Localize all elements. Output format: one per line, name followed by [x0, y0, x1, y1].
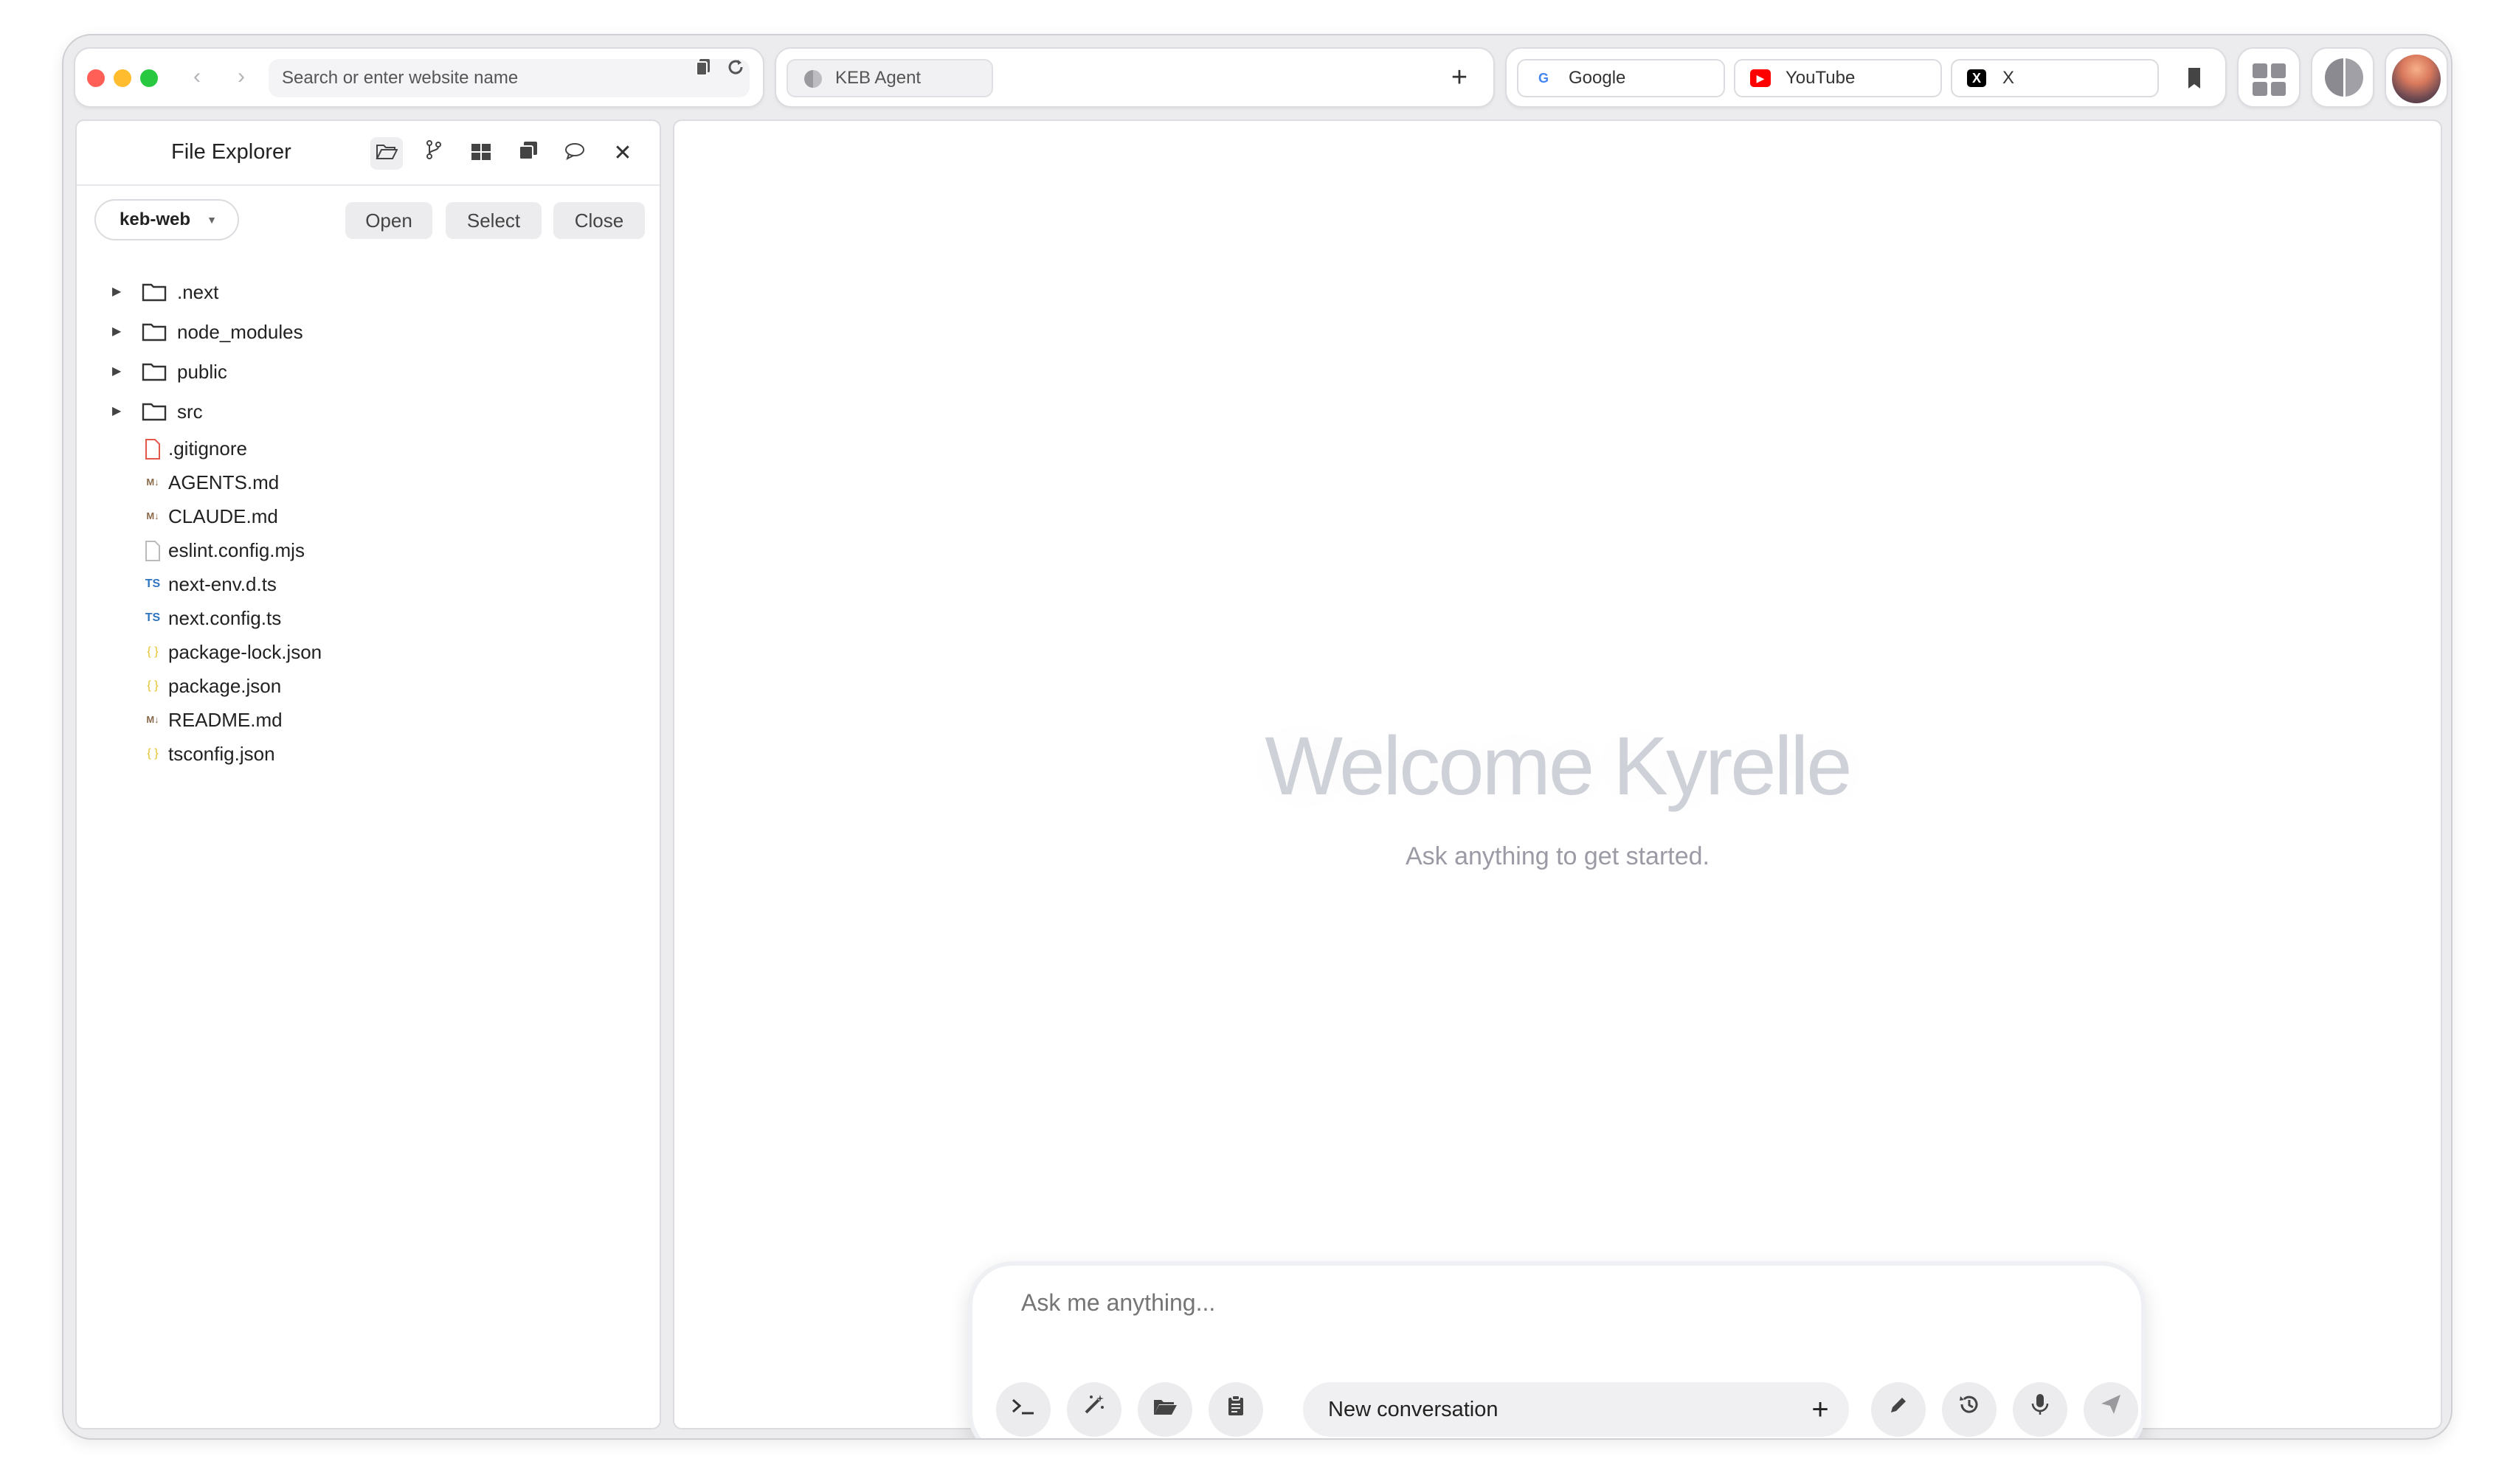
brain-icon	[2325, 58, 2363, 97]
folder-icon	[142, 283, 167, 302]
address-input[interactable]: Search or enter website name	[269, 59, 750, 97]
typescript-icon: TS	[145, 578, 161, 590]
git-branch-icon[interactable]	[418, 137, 450, 170]
tab-label: KEB Agent	[835, 68, 922, 88]
file-icon	[145, 541, 160, 561]
minimize-window-button[interactable]	[114, 69, 131, 87]
file-label: tsconfig.json	[168, 743, 275, 765]
history-icon[interactable]	[1942, 1382, 1997, 1437]
welcome-subtitle: Ask anything to get started.	[1405, 842, 1710, 870]
folder-label: .next	[177, 281, 219, 303]
edit-icon[interactable]	[1871, 1382, 1926, 1437]
file-label: CLAUDE.md	[168, 505, 278, 527]
composer: New conversation +	[968, 1261, 2146, 1438]
file-label: AGENTS.md	[168, 471, 280, 493]
close-icon[interactable]: ✕	[606, 137, 639, 170]
avatar	[2392, 55, 2441, 103]
welcome-heading: Welcome Kyrelle	[1265, 720, 1852, 812]
google-icon: G	[1538, 71, 1549, 86]
chat-panel: Welcome Kyrelle Ask anything to get star…	[673, 119, 2442, 1438]
file-explorer-header: File Explorer ✕	[77, 121, 660, 186]
bookmarks-bar: G Google ▶ YouTube X X	[1505, 47, 2227, 108]
message-input[interactable]	[1021, 1289, 1907, 1317]
markdown-icon: M↓	[146, 476, 159, 488]
repo-name: keb-web	[120, 209, 191, 229]
folder-label: src	[177, 401, 203, 423]
file-label: next-env.d.ts	[168, 573, 277, 595]
microphone-icon[interactable]	[2013, 1382, 2067, 1437]
bookmark-x[interactable]: X X	[1951, 59, 2159, 97]
clipboard-icon[interactable]	[1209, 1382, 1263, 1437]
bookmark-google[interactable]: G Google	[1517, 59, 1725, 97]
tab-strip: KEB Agent +	[775, 47, 1495, 108]
reload-icon[interactable]	[726, 58, 745, 82]
caret-right-icon[interactable]: ▶	[112, 276, 121, 308]
bookmark-youtube[interactable]: ▶ YouTube	[1734, 59, 1942, 97]
json-icon: { }	[147, 679, 159, 692]
maximize-window-button[interactable]	[140, 69, 158, 87]
file-label: README.md	[168, 709, 283, 731]
file-label: package-lock.json	[168, 641, 322, 663]
markdown-icon: M↓	[146, 714, 159, 725]
file-label: package.json	[168, 675, 282, 697]
caret-down-icon: ▼	[207, 214, 217, 226]
bookmark-label: YouTube	[1786, 68, 1856, 88]
copy-icon[interactable]	[512, 137, 545, 170]
bookmark-label: Google	[1569, 68, 1626, 88]
brain-icon	[804, 70, 822, 88]
folder-open-icon[interactable]	[370, 137, 403, 170]
youtube-icon: ▶	[1750, 69, 1771, 87]
browser-window: ‹ › Search or enter website name KEB Age…	[62, 34, 2452, 1440]
chevron-left-icon[interactable]: ‹	[193, 62, 201, 91]
close-button[interactable]: Close	[553, 202, 645, 239]
file-icon	[145, 439, 160, 460]
caret-right-icon[interactable]: ▶	[112, 316, 121, 348]
close-window-button[interactable]	[87, 69, 105, 87]
tab-keb-agent[interactable]: KEB Agent	[787, 59, 993, 97]
new-tab-button[interactable]: +	[1440, 59, 1479, 97]
file-explorer-panel: File Explorer ✕ keb-web ▼ Open Select Cl…	[75, 119, 661, 1429]
caret-right-icon[interactable]: ▶	[112, 395, 121, 428]
conversation-label: New conversation	[1328, 1398, 1499, 1421]
json-icon: { }	[147, 645, 159, 658]
open-button[interactable]: Open	[345, 202, 432, 239]
profile-button[interactable]	[2385, 47, 2448, 108]
typescript-icon: TS	[145, 611, 161, 624]
terminal-icon[interactable]	[996, 1382, 1051, 1437]
file-label: .gitignore	[168, 437, 247, 460]
send-icon[interactable]	[2084, 1382, 2138, 1437]
folder-icon	[142, 403, 167, 421]
chat-icon[interactable]	[559, 137, 592, 170]
folder-label: node_modules	[177, 321, 303, 343]
grid-icon	[2253, 63, 2286, 96]
folder-open-icon[interactable]	[1138, 1382, 1192, 1437]
file-label: next.config.ts	[168, 607, 282, 629]
new-conversation-button[interactable]: +	[1799, 1388, 1842, 1431]
apps-button[interactable]	[2237, 47, 2301, 108]
panel-title: File Explorer	[171, 140, 291, 164]
repo-select[interactable]: keb-web ▼	[94, 199, 239, 240]
json-icon: { }	[147, 747, 159, 760]
markdown-icon: M↓	[146, 510, 159, 521]
window-controls	[87, 69, 158, 87]
folder-icon	[142, 323, 167, 341]
magic-wand-icon[interactable]	[1067, 1382, 1121, 1437]
grid-view-icon[interactable]	[465, 137, 497, 170]
conversation-select[interactable]: New conversation +	[1303, 1382, 1849, 1437]
file-label: eslint.config.mjs	[168, 539, 305, 561]
bookmark-label: X	[2002, 68, 2015, 88]
select-button[interactable]: Select	[446, 202, 542, 239]
x-icon: X	[1967, 69, 1986, 87]
bookmark-icon[interactable]	[2180, 62, 2209, 94]
chevron-right-icon[interactable]: ›	[238, 62, 245, 91]
caret-right-icon[interactable]: ▶	[112, 356, 121, 388]
folder-label: public	[177, 361, 227, 383]
copy-icon[interactable]	[695, 58, 711, 82]
agent-button[interactable]	[2311, 47, 2374, 108]
folder-icon	[142, 363, 167, 381]
address-bar-group: ‹ › Search or enter website name	[74, 47, 764, 108]
